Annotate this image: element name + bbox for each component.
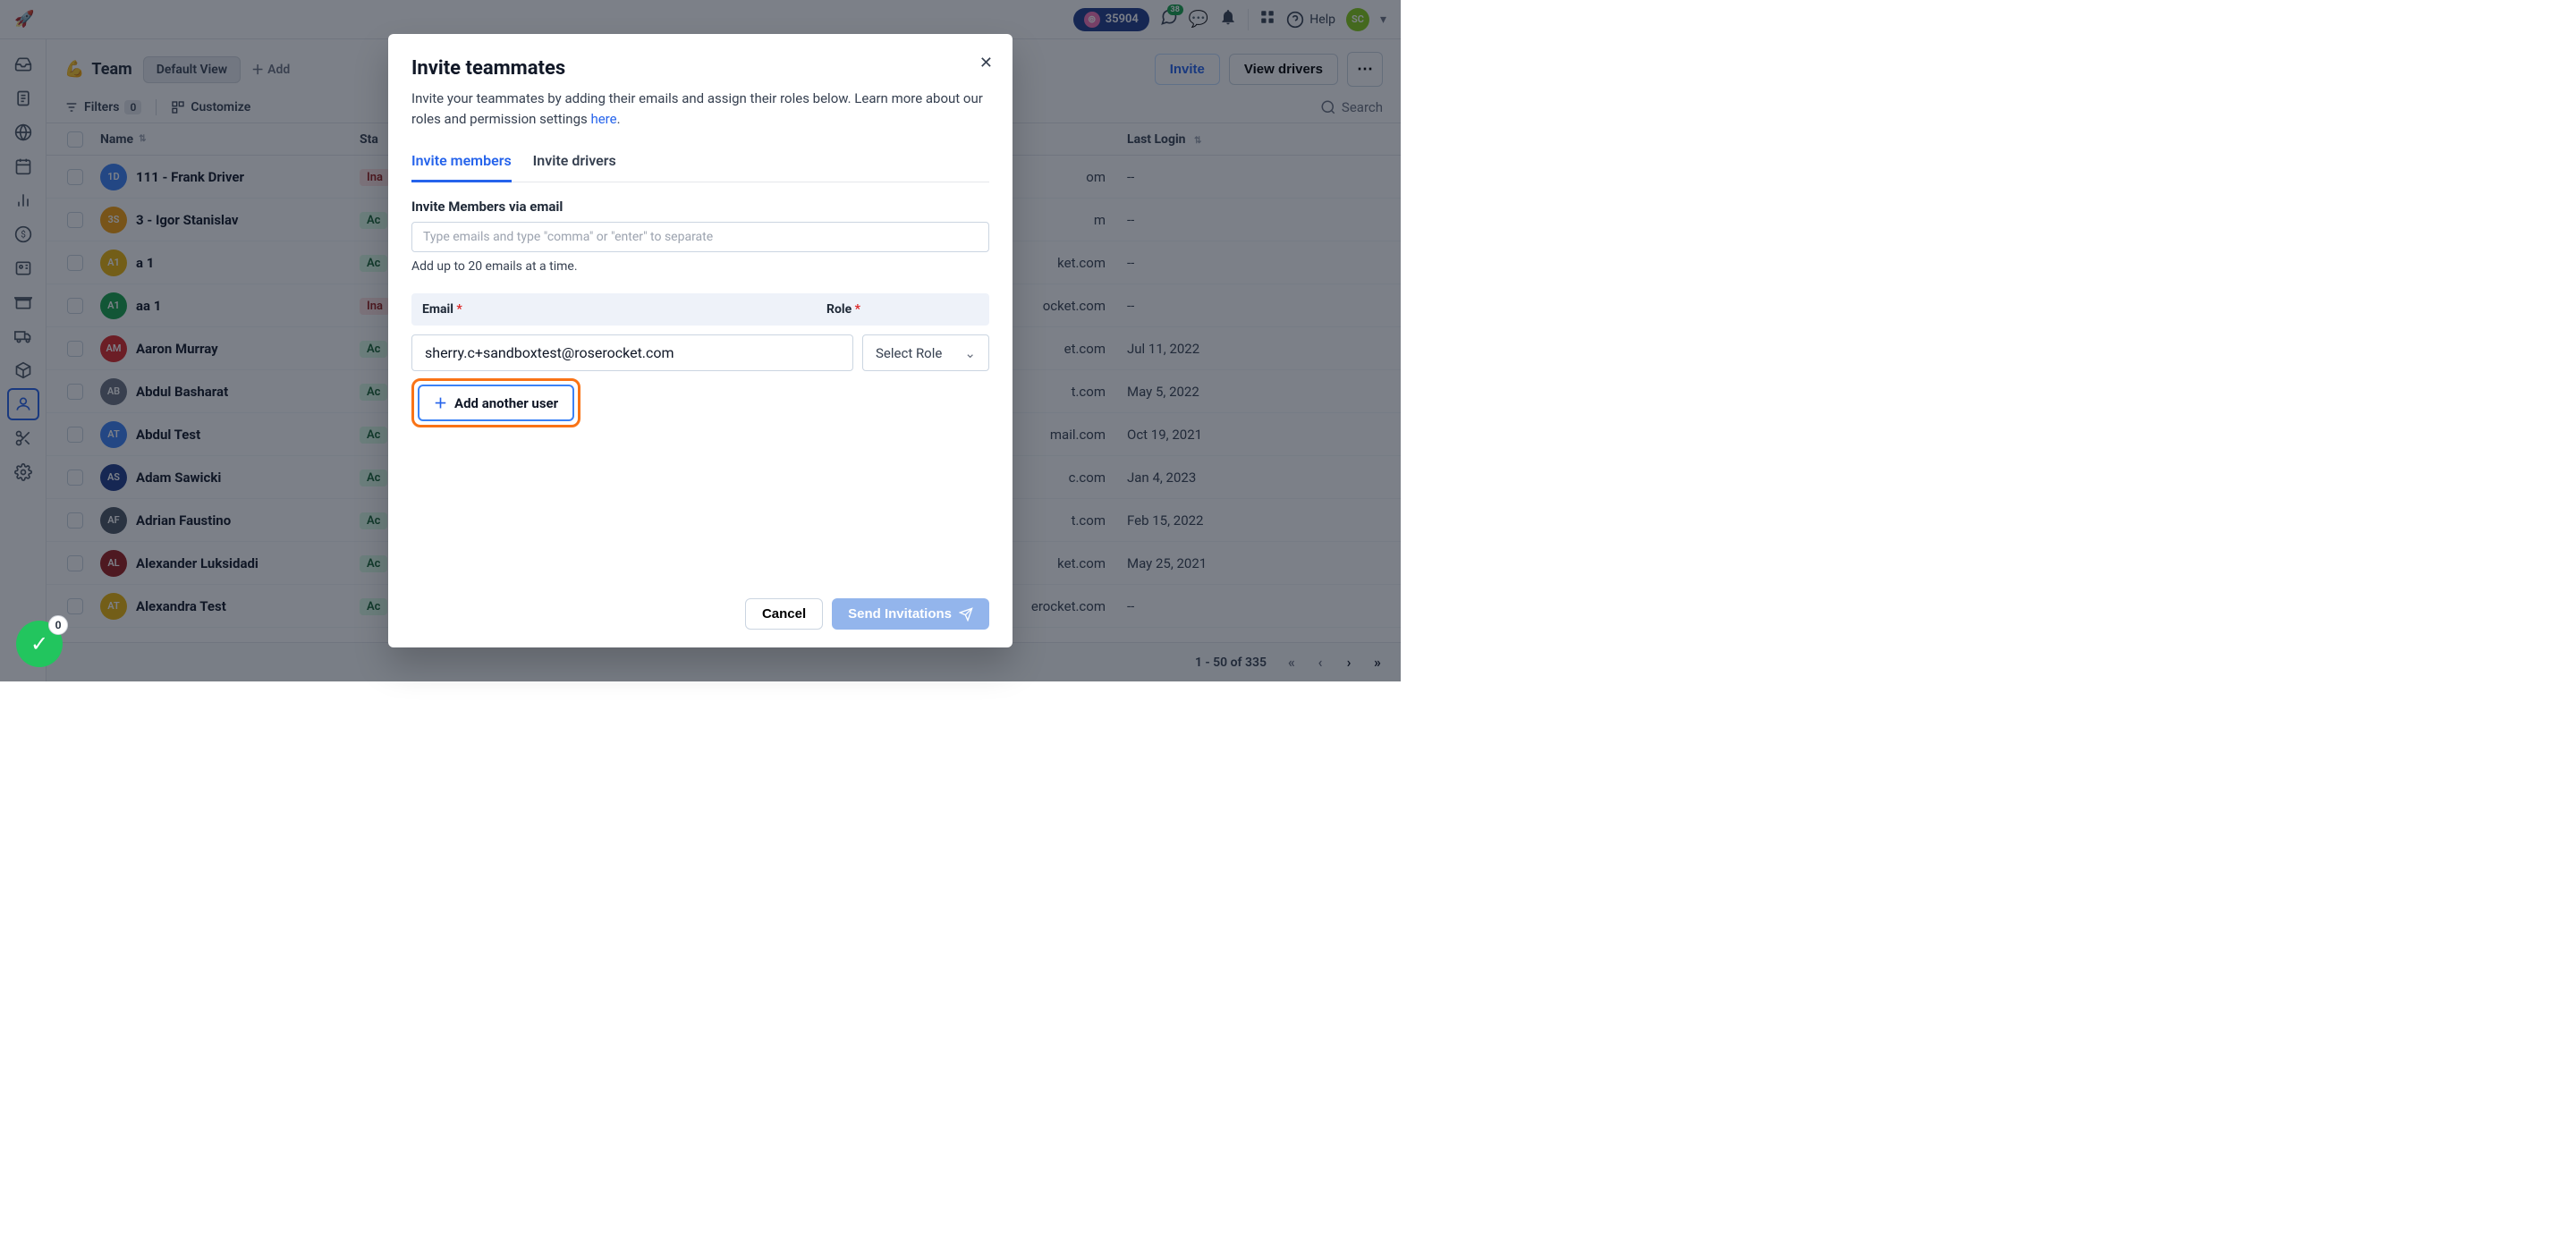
cancel-button[interactable]: Cancel	[745, 598, 823, 630]
success-count: 0	[48, 615, 68, 635]
role-placeholder: Select Role	[876, 345, 942, 361]
send-icon	[959, 607, 973, 622]
plus-icon: ＋	[434, 393, 447, 412]
section-label: Invite Members via email	[411, 199, 989, 215]
tab-invite-drivers[interactable]: Invite drivers	[533, 145, 616, 182]
role-select[interactable]: Select Role ⌄	[862, 334, 989, 371]
form-column-headers: Email * Role *	[411, 293, 989, 326]
send-invitations-button[interactable]: Send Invitations	[832, 598, 989, 630]
add-another-label: Add another user	[454, 395, 558, 411]
modal-description: Invite your teammates by adding their em…	[411, 89, 989, 129]
modal-title: Invite teammates	[411, 57, 989, 80]
close-icon[interactable]: ✕	[979, 54, 993, 72]
here-link[interactable]: here	[590, 111, 616, 127]
col-email-label: Email	[422, 302, 453, 317]
modal-tabs: Invite members Invite drivers	[411, 145, 989, 182]
emails-input[interactable]: Type emails and type "comma" or "enter" …	[411, 222, 989, 252]
modal-footer: Cancel Send Invitations	[388, 586, 1013, 647]
invite-modal: ✕ Invite teammates Invite your teammates…	[388, 34, 1013, 647]
emails-hint: Add up to 20 emails at a time.	[411, 259, 989, 274]
invite-form-row: Select Role ⌄	[411, 334, 989, 371]
success-bubble[interactable]: ✓ 0	[16, 621, 63, 667]
add-user-highlight: ＋ Add another user	[411, 378, 580, 427]
add-another-user-button[interactable]: ＋ Add another user	[418, 385, 574, 421]
tab-invite-members[interactable]: Invite members	[411, 145, 512, 182]
col-role-label: Role	[826, 302, 852, 317]
send-label: Send Invitations	[848, 606, 952, 622]
email-field[interactable]	[411, 334, 853, 371]
chevron-down-icon: ⌄	[964, 345, 976, 361]
